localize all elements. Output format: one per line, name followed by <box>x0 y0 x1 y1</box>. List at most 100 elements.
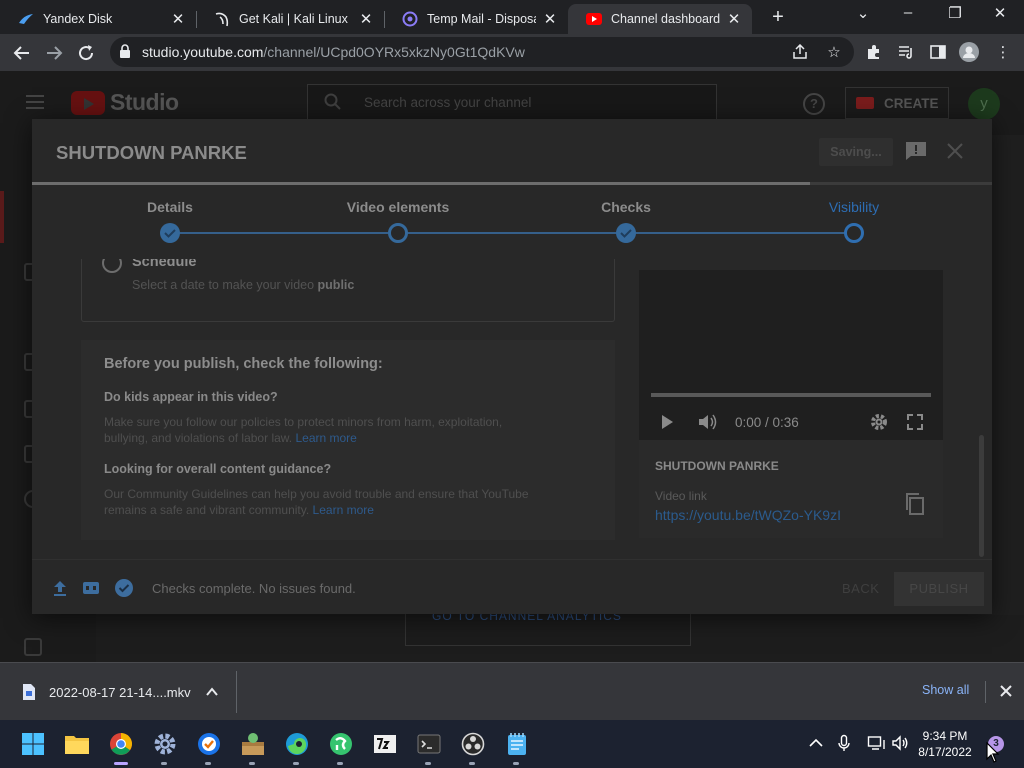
kids-text: Make sure you follow our policies to pro… <box>104 414 534 446</box>
terminal-icon[interactable] <box>415 730 443 758</box>
chrome-menu-icon[interactable]: ⋮ <box>993 42 1013 62</box>
archive-app-icon[interactable] <box>239 730 267 758</box>
tab-search-chevron-icon[interactable]: ⌄ <box>853 4 873 22</box>
step-label-details[interactable]: Details <box>147 199 193 215</box>
channel-avatar[interactable]: y <box>968 88 1000 120</box>
schedule-subtitle: Select a date to make your video public <box>132 278 354 292</box>
system-clock[interactable]: 9:34 PM 8/17/2022 <box>910 728 980 760</box>
side-panel-icon[interactable] <box>928 42 948 62</box>
obs-icon[interactable] <box>459 730 487 758</box>
schedule-option[interactable]: Schedule Select a date to make your vide… <box>81 259 615 322</box>
minimize-button[interactable]: – <box>898 4 918 21</box>
close-tab-icon[interactable]: ✕ <box>170 10 186 28</box>
upload-progress-bar <box>32 182 992 185</box>
7zip-icon[interactable] <box>371 730 399 758</box>
forward-arrow-icon[interactable] <box>42 41 66 65</box>
windows-taskbar: 9:34 PM 8/17/2022 <box>0 720 1024 768</box>
help-icon[interactable]: ? <box>803 93 825 115</box>
step-label-visibility[interactable]: Visibility <box>829 199 879 215</box>
fullscreen-icon[interactable] <box>905 412 925 432</box>
chrome-icon[interactable] <box>107 730 135 758</box>
close-icon[interactable] <box>945 141 965 161</box>
chevron-up-icon[interactable] <box>205 685 219 699</box>
app-indicator <box>425 762 431 765</box>
dialog-scrollbar[interactable] <box>979 435 984 557</box>
yandex-disk-icon <box>18 11 34 27</box>
video-time: 0:00 / 0:36 <box>735 415 799 430</box>
back-arrow-icon[interactable] <box>10 41 34 65</box>
learn-more-link[interactable]: Learn more <box>295 431 356 445</box>
settings-gear-taskbar-icon[interactable] <box>151 730 179 758</box>
video-seek-bar[interactable] <box>651 393 931 397</box>
address-bar[interactable]: studio.youtube.com/channel/UCpd0OYRx5xkz… <box>110 37 854 67</box>
step-check-icon[interactable] <box>160 223 180 243</box>
step-check-icon[interactable] <box>616 223 636 243</box>
tab-title: Channel dashboard - YouTube Studio <box>611 12 720 26</box>
shield-browser-icon[interactable] <box>195 730 223 758</box>
edge-icon[interactable] <box>283 730 311 758</box>
reload-icon[interactable] <box>74 41 98 65</box>
video-link[interactable]: https://youtu.be/tWQZo-YK9zI <box>655 507 841 523</box>
close-tab-icon[interactable]: ✕ <box>726 10 742 28</box>
copy-icon[interactable] <box>903 492 927 516</box>
chevron-up-tray-icon[interactable] <box>807 734 825 752</box>
file-explorer-icon[interactable] <box>63 730 91 758</box>
youtube-logo-icon[interactable] <box>71 91 105 115</box>
share-icon[interactable] <box>790 42 810 62</box>
volume-icon[interactable] <box>697 412 717 432</box>
video-link-label: Video link <box>655 489 707 503</box>
checklist-heading: Before you publish, check the following: <box>104 356 383 372</box>
learn-more-link[interactable]: Learn more <box>313 503 374 517</box>
tab-yandex-disk[interactable]: Yandex Disk ✕ <box>0 4 196 34</box>
window-close-button[interactable]: ✕ <box>990 4 1010 22</box>
settings-gear-icon[interactable] <box>869 412 889 432</box>
publish-button[interactable]: PUBLISH <box>894 572 984 606</box>
download-file-name[interactable]: 2022-08-17 21-14....mkv <box>49 685 191 700</box>
play-icon[interactable] <box>657 412 677 432</box>
speaker-icon[interactable] <box>891 734 909 752</box>
feedback-icon[interactable] <box>24 638 42 656</box>
tab-title: Temp Mail - Disposable <box>427 12 536 26</box>
extensions-puzzle-icon[interactable] <box>864 42 884 62</box>
app-indicator <box>161 762 167 765</box>
guidance-question: Looking for overall content guidance? <box>104 462 332 476</box>
green-app-icon[interactable] <box>327 730 355 758</box>
restore-button[interactable]: ❐ <box>945 4 965 22</box>
step-label-video-elements[interactable]: Video elements <box>347 199 449 215</box>
close-downloads-icon[interactable] <box>998 683 1014 699</box>
bookmark-star-icon[interactable]: ☆ <box>824 42 844 62</box>
microphone-icon[interactable] <box>835 734 853 752</box>
app-indicator <box>249 762 255 765</box>
tab-kali[interactable]: Get Kali | Kali Linux ✕ <box>196 4 384 34</box>
close-tab-icon[interactable]: ✕ <box>542 10 558 28</box>
step-pending-icon[interactable] <box>388 223 408 243</box>
notepad-icon[interactable] <box>503 730 531 758</box>
create-button[interactable]: CREATE <box>845 87 949 119</box>
hd-icon[interactable] <box>82 579 100 597</box>
tab-temp-mail[interactable]: Temp Mail - Disposable ✕ <box>384 4 568 34</box>
close-tab-icon[interactable]: ✕ <box>358 10 374 28</box>
upload-icon[interactable] <box>51 579 69 597</box>
profile-avatar-icon[interactable] <box>959 42 979 62</box>
hamburger-menu-icon[interactable] <box>26 95 44 109</box>
network-icon[interactable] <box>867 734 885 752</box>
new-tab-button[interactable]: + <box>768 6 788 29</box>
media-queue-icon[interactable] <box>896 42 916 62</box>
schedule-radio[interactable] <box>102 259 122 273</box>
show-all-button[interactable]: Show all <box>922 683 969 697</box>
feedback-icon[interactable] <box>905 141 927 161</box>
channel-search-box[interactable]: Search across your channel <box>307 84 717 120</box>
back-button[interactable]: BACK <box>842 581 879 596</box>
kali-dragon-icon <box>214 11 230 27</box>
saving-button[interactable]: Saving... <box>819 138 893 166</box>
preview-video-title: SHUTDOWN PANRKE <box>655 459 779 473</box>
video-preview-card: 0:00 / 0:36 SHUTDOWN PANRKE Video link h… <box>639 270 943 538</box>
step-current-icon[interactable] <box>844 223 864 243</box>
dialog-content: Schedule Select a date to make your vide… <box>32 259 992 559</box>
step-label-checks[interactable]: Checks <box>601 199 651 215</box>
windows-start-icon[interactable] <box>19 730 47 758</box>
url-path: /channel/UCpd0OYRx5xkzNy0Gt1QdKVw <box>263 44 525 60</box>
tab-youtube-studio[interactable]: Channel dashboard - YouTube Studio ✕ <box>568 4 752 34</box>
checks-complete-icon[interactable] <box>114 578 134 598</box>
video-player[interactable]: 0:00 / 0:36 <box>639 270 943 440</box>
